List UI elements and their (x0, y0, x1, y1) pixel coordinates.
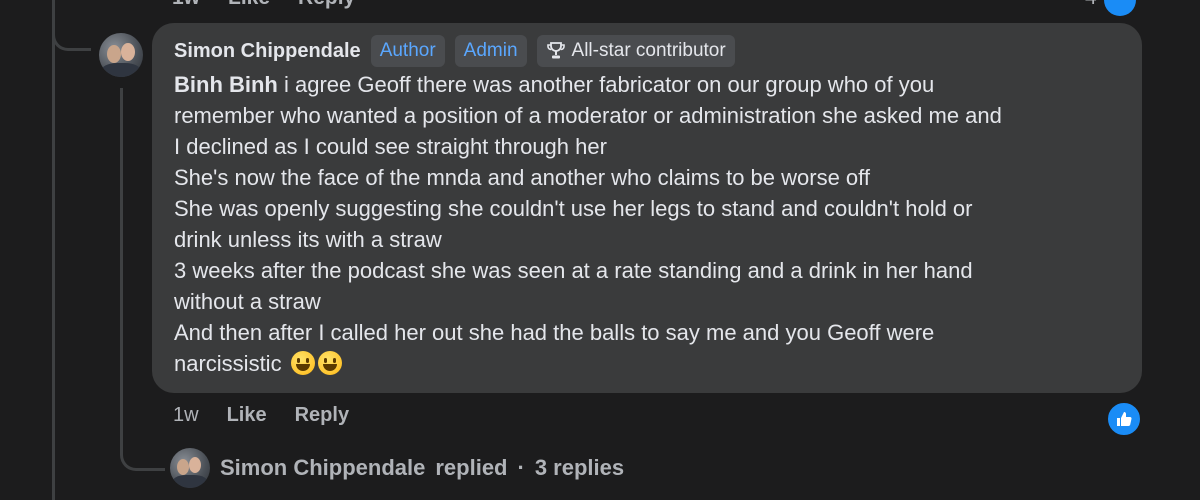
grinning-face-emoji-icon (317, 351, 342, 375)
author-name[interactable]: Simon Chippendale (174, 40, 361, 63)
reply-button[interactable]: Reply (295, 404, 349, 427)
replier-name: Simon Chippendale (220, 455, 426, 480)
comment-timestamp[interactable]: 1w (173, 404, 199, 427)
comment-line: narcissistic (174, 348, 1129, 379)
previous-reply-button[interactable]: Reply (298, 0, 355, 10)
comment-line-text: i agree Geoff there was another fabricat… (277, 72, 935, 97)
comment-text: Binh Binh i agree Geoff there was anothe… (174, 69, 1129, 379)
view-replies-link[interactable]: Simon Chippendale replied · 3 replies (170, 448, 624, 488)
comment-line: She was openly suggesting she couldn't u… (174, 196, 973, 221)
previous-like-button[interactable]: Like (228, 0, 270, 10)
like-reaction-icon[interactable] (1106, 401, 1142, 437)
comment-line: without a straw (174, 289, 321, 314)
comment-line: Binh Binh i agree Geoff there was anothe… (174, 69, 1129, 100)
previous-like-reaction-icon[interactable] (1104, 0, 1136, 16)
thread-line (52, 0, 55, 500)
reply-thread-line (120, 88, 123, 450)
comment-actions: 1w Like Reply (173, 404, 349, 427)
mention-link[interactable]: Binh Binh (174, 72, 278, 97)
previous-time[interactable]: 1w (172, 0, 200, 10)
comment-line-text: narcissistic (174, 351, 288, 376)
all-star-label: All-star contributor (571, 40, 726, 61)
all-star-badge[interactable]: All-star contributor (536, 35, 735, 67)
comment-line: I declined as I could see straight throu… (174, 134, 607, 159)
comment-line: remember who wanted a position of a mode… (174, 103, 1002, 128)
comment-line: 3 weeks after the podcast she was seen a… (174, 258, 973, 283)
replied-label: replied (435, 455, 508, 480)
grinning-face-emoji-icon (290, 351, 315, 375)
comment-line: She's now the face of the mnda and anoth… (174, 165, 870, 190)
previous-comment-actions: 1w Like Reply (172, 0, 355, 10)
comment-line: And then after I called her out she had … (174, 320, 935, 345)
comment-thread: 1w Like Reply 4 Simon Chippendale Author… (0, 0, 1200, 500)
comment-header: Simon Chippendale Author Admin All-star … (174, 35, 735, 67)
comment-line: drink unless its with a straw (174, 227, 442, 252)
reply-thread-branch (120, 430, 165, 471)
separator-dot: · (517, 455, 525, 480)
previous-reaction-count[interactable]: 4 (1085, 0, 1097, 10)
like-button[interactable]: Like (227, 404, 267, 427)
author-badge[interactable]: Author (370, 35, 445, 67)
trophy-icon (546, 41, 566, 61)
reply-avatar (170, 448, 210, 488)
reply-count: 3 replies (534, 455, 625, 480)
avatar[interactable] (99, 33, 143, 77)
comment-bubble: Simon Chippendale Author Admin All-star … (152, 23, 1142, 393)
admin-badge[interactable]: Admin (454, 35, 527, 67)
thread-branch (52, 20, 91, 51)
